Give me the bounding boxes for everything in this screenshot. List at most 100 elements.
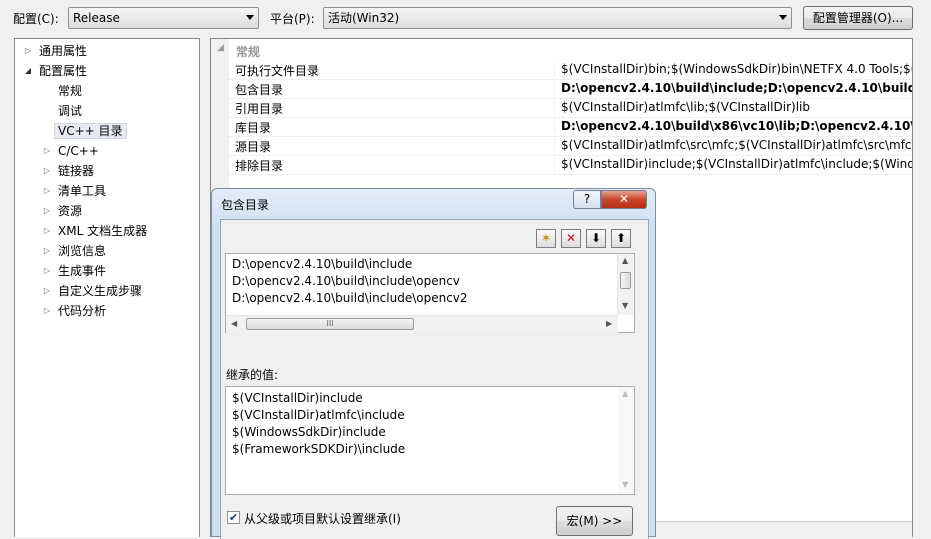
include-dirs-dialog: 包含目录 ? ✕ ✶ ✕ ⬇ ⬆ D:\opencv2.4.10\build\i…: [211, 188, 656, 539]
property-name: 引用目录: [235, 102, 284, 116]
tree-item-label: VC++ 目录: [54, 123, 127, 139]
scroll-down-icon[interactable]: ▼: [622, 480, 628, 489]
tree-item-label: 清单工具: [58, 184, 107, 198]
expand-arrow-icon[interactable]: [42, 241, 52, 261]
horizontal-scrollbar[interactable]: ◀ III ▶: [226, 315, 618, 333]
property-name: 库目录: [235, 121, 272, 135]
config-select[interactable]: Release: [68, 7, 259, 29]
tree-item-label: C/C++: [58, 144, 99, 158]
scrollbar-thumb[interactable]: III: [246, 318, 414, 330]
expand-arrow-icon[interactable]: [42, 281, 52, 301]
move-up-button[interactable]: ⬆: [611, 229, 631, 248]
expand-arrow-icon[interactable]: [42, 301, 52, 321]
collapse-arrow-icon[interactable]: [23, 61, 33, 81]
tree-item-label: 自定义生成步骤: [58, 284, 143, 298]
expand-arrow-icon[interactable]: [42, 141, 52, 161]
property-name: 包含目录: [235, 83, 284, 97]
new-folder-icon: ✶: [540, 231, 552, 245]
list-item: $(WindowsSdkDir)include: [232, 425, 386, 439]
property-row-reference-dirs[interactable]: 引用目录 $(VCInstallDir)atlmfc\lib;$(VCInsta…: [229, 98, 912, 118]
tree-item-label: 资源: [58, 204, 83, 218]
list-item: $(VCInstallDir)atlmfc\include: [232, 408, 405, 422]
list-item: $(VCInstallDir)include: [232, 391, 363, 405]
expand-arrow-icon[interactable]: [42, 201, 52, 221]
list-item[interactable]: D:\opencv2.4.10\build\include\opencv2: [232, 291, 468, 305]
property-name: 源目录: [235, 140, 272, 154]
inherit-checkbox-label: 从父级或项目默认设置继承(I): [244, 512, 401, 526]
tree-item-label: 调试: [58, 104, 83, 118]
scroll-up-icon[interactable]: ▲: [622, 256, 628, 265]
property-value: $(VCInstallDir)atlmfc\lib;$(VCInstallDir…: [554, 100, 810, 114]
scroll-left-icon[interactable]: ◀: [231, 319, 237, 328]
list-item: $(FrameworkSDKDir)\include: [232, 442, 406, 456]
expand-arrow-icon[interactable]: [42, 221, 52, 241]
list-item[interactable]: D:\opencv2.4.10\build\include\opencv: [232, 274, 460, 288]
checkbox-check-icon[interactable]: ✔: [227, 511, 240, 524]
tree-item-build-events[interactable]: 生成事件: [42, 261, 106, 281]
tree-item-xml-doc-generator[interactable]: XML 文档生成器: [42, 221, 147, 241]
expand-arrow-icon[interactable]: [42, 161, 52, 181]
scroll-right-icon[interactable]: ▶: [606, 319, 612, 328]
scrollbar-thumb[interactable]: [620, 272, 631, 289]
property-value: $(VCInstallDir)include;$(VCInstallDir)at…: [554, 157, 912, 171]
include-dirs-list[interactable]: D:\opencv2.4.10\build\include D:\opencv2…: [225, 253, 635, 333]
property-row-include-dirs[interactable]: 包含目录 D:\opencv2.4.10\build\include;D:\op…: [229, 79, 912, 99]
close-button[interactable]: ✕: [601, 190, 647, 209]
tree-item-vc-directories[interactable]: VC++ 目录: [54, 121, 127, 141]
platform-select[interactable]: 活动(Win32): [323, 7, 792, 29]
tree-item-config-properties[interactable]: 配置属性: [23, 61, 87, 81]
property-row-library-dirs[interactable]: 库目录 D:\opencv2.4.10\build\x86\vc10\lib;D…: [229, 117, 912, 137]
chevron-down-icon: [779, 15, 787, 20]
tree-item-linker[interactable]: 链接器: [42, 161, 94, 181]
help-icon: ?: [583, 192, 591, 206]
tree-item-manifest-tool[interactable]: 清单工具: [42, 181, 106, 201]
tree-item-c-cpp[interactable]: C/C++: [42, 141, 99, 161]
tree-item-debugging[interactable]: 调试: [58, 101, 82, 121]
list-item[interactable]: D:\opencv2.4.10\build\include: [232, 257, 412, 271]
new-line-button[interactable]: ✶: [536, 229, 556, 248]
scrollbar-grip: III: [326, 319, 334, 328]
tree-item-code-analysis[interactable]: 代码分析: [42, 301, 106, 321]
section-header: 常规: [236, 45, 261, 59]
inherited-values-list: $(VCInstallDir)include $(VCInstallDir)at…: [225, 386, 635, 495]
tree-item-browse-info[interactable]: 浏览信息: [42, 241, 106, 261]
vertical-scrollbar[interactable]: ▲ ▼: [617, 254, 634, 315]
config-manager-button[interactable]: 配置管理器(O)...: [803, 6, 913, 30]
collapse-arrow-icon[interactable]: ◢: [217, 43, 224, 53]
delete-button[interactable]: ✕: [561, 229, 581, 248]
tree-item-custom-build-step[interactable]: 自定义生成步骤: [42, 281, 142, 301]
tree-item-label: 浏览信息: [58, 244, 107, 258]
property-row-executable-dirs[interactable]: 可执行文件目录 $(VCInstallDir)bin;$(WindowsSdkD…: [229, 60, 912, 80]
property-row-source-dirs[interactable]: 源目录 $(VCInstallDir)atlmfc\src\mfc;$(VCIn…: [229, 136, 912, 156]
inherited-values-label: 继承的值:: [226, 368, 279, 382]
close-icon: ✕: [618, 192, 630, 206]
platform-label: 平台(P):: [270, 12, 315, 26]
tree-item-general[interactable]: 常规: [58, 81, 82, 101]
platform-value: 活动(Win32): [328, 11, 400, 25]
tree-item-label: 常规: [58, 84, 83, 98]
expand-arrow-icon[interactable]: [42, 261, 52, 281]
tree-item-resources[interactable]: 资源: [42, 201, 82, 221]
property-value: $(VCInstallDir)bin;$(WindowsSdkDir)bin\N…: [554, 62, 912, 76]
scroll-down-icon[interactable]: ▼: [622, 301, 628, 310]
help-button[interactable]: ?: [573, 190, 601, 209]
vertical-scrollbar[interactable]: ▲ ▼: [618, 387, 634, 494]
tree-item-label: 链接器: [58, 164, 95, 178]
chevron-down-icon: [246, 15, 254, 20]
config-value: Release: [73, 11, 120, 25]
property-name: 排除目录: [235, 159, 284, 173]
scroll-up-icon[interactable]: ▲: [622, 389, 628, 398]
inherit-checkbox-row[interactable]: ✔ 从父级或项目默认设置继承(I): [227, 510, 447, 526]
tree-item-label: 通用属性: [39, 44, 88, 58]
arrow-down-icon: ⬇: [590, 231, 602, 245]
expand-arrow-icon[interactable]: [42, 181, 52, 201]
property-row-exclude-dirs[interactable]: 排除目录 $(VCInstallDir)include;$(VCInstallD…: [229, 155, 912, 175]
expand-arrow-icon[interactable]: [23, 41, 33, 61]
tree-item-common-properties[interactable]: 通用属性: [23, 41, 87, 61]
macros-button[interactable]: 宏(M) >>: [556, 506, 633, 536]
property-value: $(VCInstallDir)atlmfc\src\mfc;$(VCInstal…: [554, 138, 912, 152]
delete-icon: ✕: [565, 231, 577, 245]
dialog-title: 包含目录: [221, 198, 270, 212]
move-down-button[interactable]: ⬇: [586, 229, 606, 248]
tree-item-label: 配置属性: [39, 64, 88, 78]
